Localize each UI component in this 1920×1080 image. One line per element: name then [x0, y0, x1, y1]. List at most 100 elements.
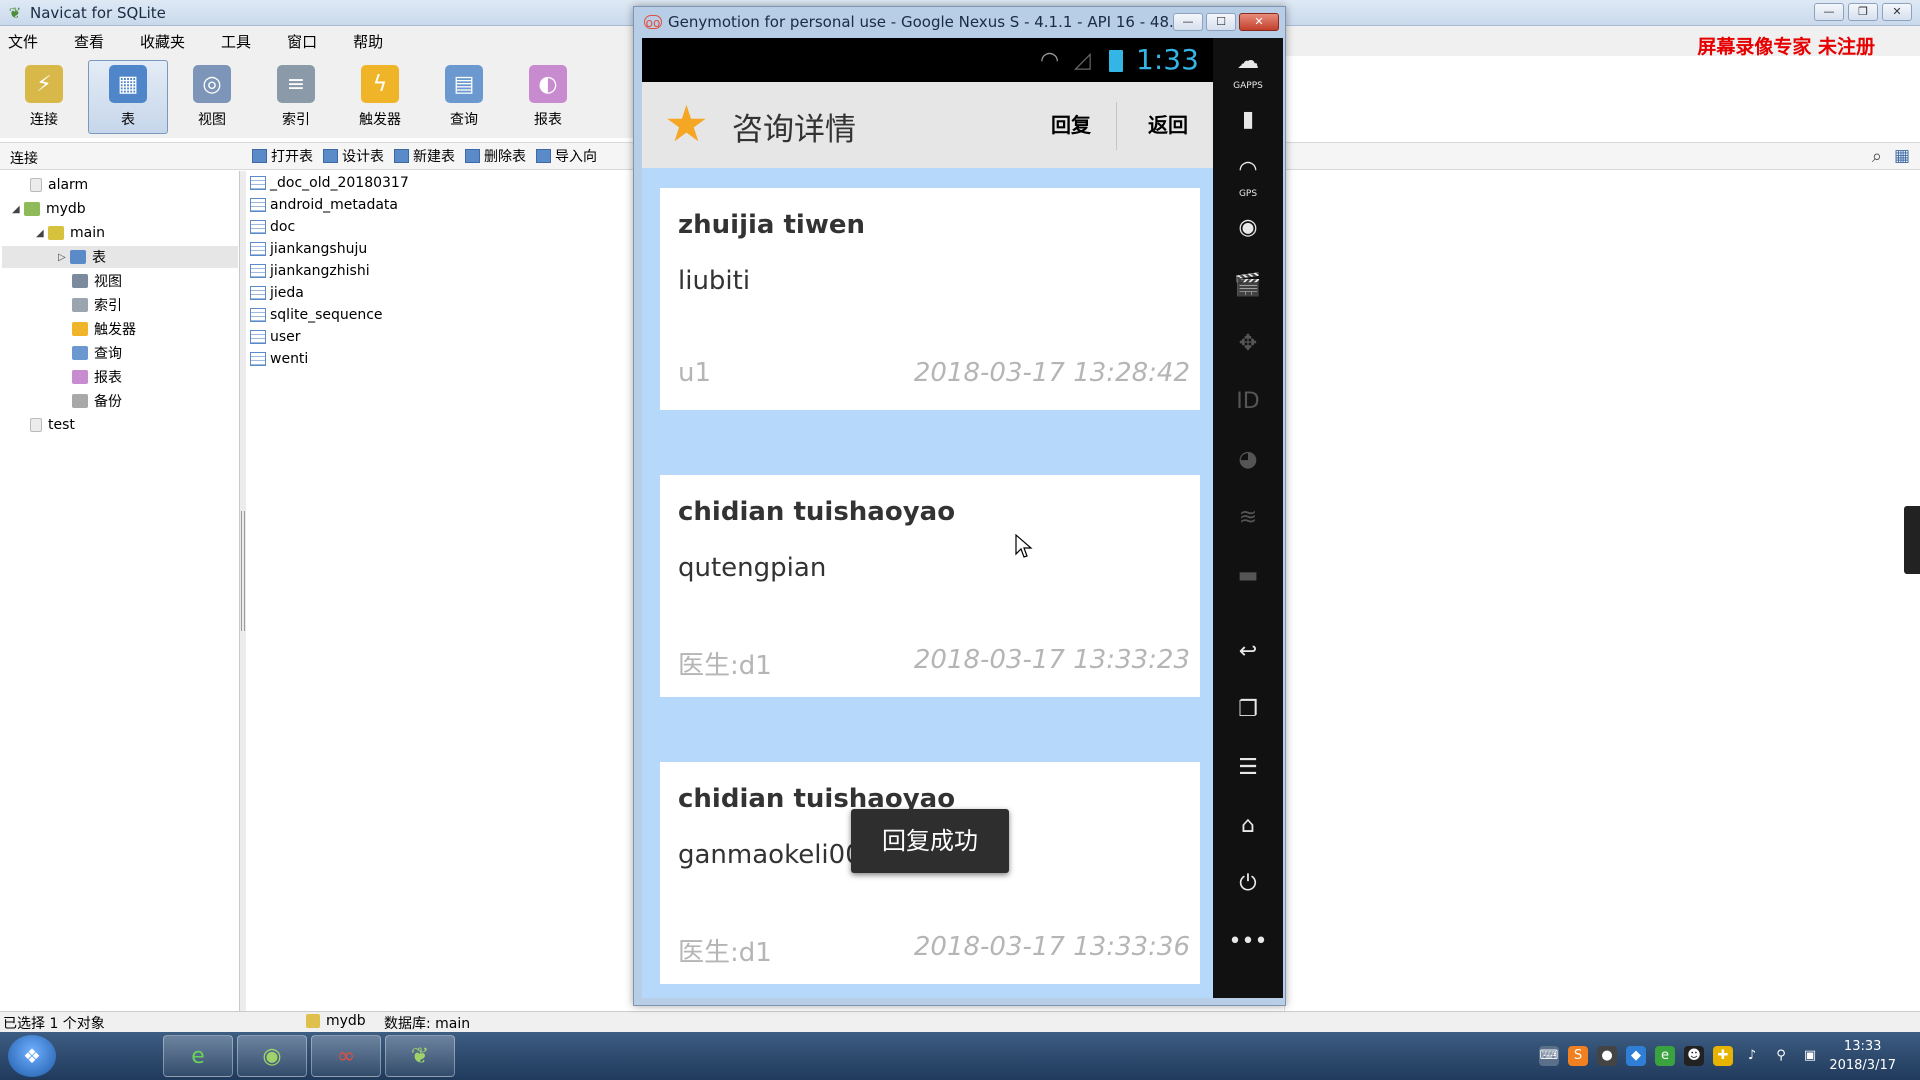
consult-card[interactable]: chidian tuishaoyao qutengpian 医生:d1 2018…	[660, 475, 1200, 697]
menu-window[interactable]: 窗口	[287, 31, 317, 52]
consult-card[interactable]: chidian tuishaoyao ganmaokeli001 医生:d1 2…	[660, 762, 1200, 984]
android-home-button[interactable]: ⌂	[1223, 806, 1273, 846]
database-icon	[24, 202, 40, 216]
input-method-icon[interactable]: S	[1568, 1046, 1588, 1066]
maximize-button[interactable]: ☐	[1206, 13, 1236, 31]
table-row[interactable]: android_metadata	[250, 195, 398, 215]
menu-icon: ☰	[1238, 755, 1258, 780]
tree-item-test[interactable]: test	[30, 414, 75, 436]
import-wizard-button[interactable]: 导入向	[536, 146, 597, 166]
clapperboard-icon: 🎬	[1234, 273, 1262, 298]
table-row[interactable]: jieda	[250, 283, 304, 303]
sms-button[interactable]: ▬	[1223, 556, 1273, 596]
tree-item-alarm[interactable]: alarm	[30, 174, 88, 196]
side-panel-toggle[interactable]	[1904, 506, 1920, 574]
android-back-button[interactable]: ↩	[1223, 632, 1273, 672]
table-row[interactable]: sqlite_sequence	[250, 305, 383, 325]
security-icon[interactable]: e	[1655, 1046, 1675, 1066]
splitter-grip[interactable]	[241, 511, 245, 631]
power-button[interactable]: ⏻	[1223, 864, 1273, 904]
menu-view[interactable]: 查看	[74, 31, 104, 52]
search-icon[interactable]: ⌕	[1872, 146, 1882, 167]
tree-item-views[interactable]: 视图	[72, 270, 122, 292]
network-icon[interactable]: ▣	[1800, 1046, 1820, 1066]
close-button[interactable]: ✕	[1882, 3, 1912, 21]
system-tray: ⌨ S ● ◆ e ☻ ✚ ♪ ⚲ ▣	[1539, 1046, 1820, 1066]
reply-button[interactable]: 回复	[1035, 82, 1107, 168]
tree-item-indexes[interactable]: 索引	[72, 294, 122, 316]
network-button[interactable]: ≋	[1223, 498, 1273, 538]
recent-apps-button[interactable]: ❐	[1223, 690, 1273, 730]
card-author: 医生:d1	[678, 651, 772, 681]
recorder-icon[interactable]: ●	[1597, 1046, 1617, 1066]
expand-arrow-icon[interactable]: ◢	[36, 228, 48, 239]
tree-item-main[interactable]: ◢ main	[36, 222, 105, 244]
network-share-icon[interactable]: ◆	[1626, 1046, 1646, 1066]
table-row[interactable]: jiankangzhishi	[250, 261, 370, 281]
grid-view-icon[interactable]: ▦	[1894, 146, 1910, 166]
start-button[interactable]: ❖	[8, 1035, 56, 1077]
taskbar-browser-button[interactable]: e	[163, 1035, 233, 1077]
remote-control-button[interactable]: ✥	[1223, 324, 1273, 364]
table-row[interactable]: jiankangshuju	[250, 239, 367, 259]
gps-button[interactable]: ◠ GPS	[1223, 150, 1273, 199]
taskbar-clock[interactable]: 13:33 2018/3/17	[1829, 1037, 1896, 1075]
more-options-button[interactable]: •••	[1223, 922, 1273, 962]
new-table-button[interactable]: 新建表	[394, 146, 455, 166]
taskbar-navicat-button[interactable]: ❦	[385, 1035, 455, 1077]
menu-help[interactable]: 帮助	[353, 31, 383, 52]
tree-item-queries[interactable]: 查询	[72, 342, 122, 364]
menu-tools[interactable]: 工具	[221, 31, 251, 52]
tree-item-tables[interactable]: ▷ 表	[2, 246, 238, 268]
consult-card[interactable]: zhuijia tiwen liubiti u1 2018-03-17 13:2…	[660, 188, 1200, 410]
tree-item-mydb[interactable]: ◢ mydb	[12, 198, 86, 220]
table-row[interactable]: user	[250, 327, 301, 347]
design-table-button[interactable]: 设计表	[323, 146, 384, 166]
toolbar-view-button[interactable]: ◎ 视图	[172, 60, 252, 134]
open-table-button[interactable]: 打开表	[252, 146, 313, 166]
card-time: 2018-03-17 13:33:36	[913, 932, 1190, 962]
minimize-button[interactable]: —	[1814, 3, 1844, 21]
battery-widget-button[interactable]: ▮	[1223, 100, 1273, 140]
taskbar-genymotion-button[interactable]: ∞	[311, 1035, 381, 1077]
menu-file[interactable]: 文件	[8, 31, 38, 52]
android-screen: ◠ ◿ 1:33 ★ 咨询详情 回复 返回 zhuijia tiwen liub…	[642, 38, 1213, 998]
table-row[interactable]: doc	[250, 217, 295, 237]
tree-item-triggers[interactable]: 触发器	[72, 318, 136, 340]
android-menu-button[interactable]: ☰	[1223, 748, 1273, 788]
table-row[interactable]: wenti	[250, 349, 308, 369]
collapse-arrow-icon[interactable]: ▷	[58, 252, 70, 263]
toolbar-report-button[interactable]: ◐ 报表	[508, 60, 588, 134]
screencast-button[interactable]: 🎬	[1223, 266, 1273, 306]
toolbar-connect-button[interactable]: ⚡ 连接	[4, 60, 84, 134]
tree-item-reports[interactable]: 报表	[72, 366, 122, 388]
table-row[interactable]: _doc_old_20180317	[250, 173, 409, 193]
minimize-button[interactable]: —	[1173, 13, 1203, 31]
toolbar-query-button[interactable]: ▤ 查询	[424, 60, 504, 134]
table-icon: ▦	[109, 65, 147, 103]
back-button[interactable]: 返回	[1132, 82, 1204, 168]
browser-icon: e	[191, 1043, 205, 1069]
toolbar-table-button[interactable]: ▦ 表	[88, 60, 168, 134]
report-icon: ◐	[529, 65, 567, 103]
delete-table-button[interactable]: 删除表	[465, 146, 526, 166]
volume-icon[interactable]: ♪	[1742, 1046, 1762, 1066]
wifi-icon: ◠	[1040, 48, 1060, 73]
device-id-button[interactable]: ID	[1223, 382, 1273, 422]
tree-item-backups[interactable]: 备份	[72, 390, 122, 412]
restore-button[interactable]: ❐	[1848, 3, 1878, 21]
qq-icon[interactable]: ☻	[1684, 1046, 1704, 1066]
table-icon	[250, 352, 266, 366]
menu-favorites[interactable]: 收藏夹	[140, 31, 185, 52]
usb-icon[interactable]: ⚲	[1771, 1046, 1791, 1066]
taskbar-android-studio-button[interactable]: ◉	[237, 1035, 307, 1077]
webcam-button[interactable]: ◉	[1223, 208, 1273, 248]
disk-io-button[interactable]: ◕	[1223, 440, 1273, 480]
keyboard-icon[interactable]: ⌨	[1539, 1046, 1559, 1066]
expand-arrow-icon[interactable]: ◢	[12, 204, 24, 215]
antivirus-icon[interactable]: ✚	[1713, 1046, 1733, 1066]
toolbar-index-button[interactable]: ≡ 索引	[256, 60, 336, 134]
toolbar-trigger-button[interactable]: ϟ 触发器	[340, 60, 420, 134]
close-button[interactable]: ✕	[1239, 13, 1279, 31]
gapps-button[interactable]: ☁ GAPPS	[1223, 42, 1273, 91]
